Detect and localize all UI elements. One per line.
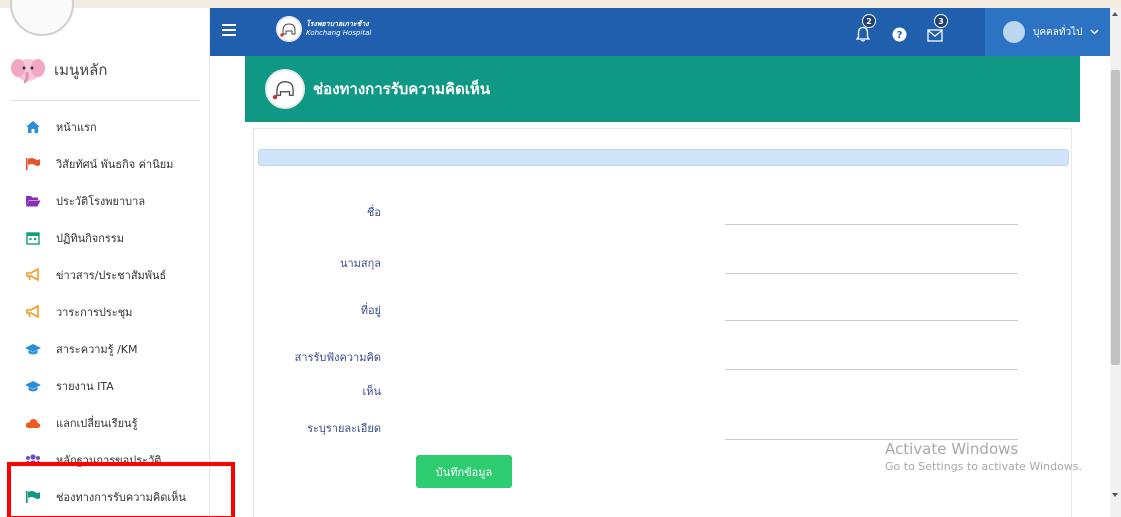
first-name-label: ชื่อ: [366, 206, 381, 219]
watermark-subtitle: Go to Settings to activate Windows.: [885, 460, 1083, 473]
top-navbar: โรงพยาบาลเกาะช้าง Kohchang Hospital 2 ? …: [210, 8, 1110, 56]
sidebar-item-label: วาระการประชุม: [56, 305, 133, 319]
user-label: บุคคลทั่วไป: [1033, 26, 1083, 38]
avatar: [1003, 21, 1025, 43]
envelope-icon[interactable]: 3: [924, 14, 948, 42]
sidebar: เมนูหลัก หน้าแรก วิสัยทัศน์ พันธกิจ ค่าน…: [0, 0, 210, 517]
megaphone-icon: [24, 267, 42, 282]
sidebar-item-label: หน้าแรก: [56, 120, 97, 134]
flag-icon: [24, 157, 42, 171]
sidebar-item-label: วิสัยทัศน์ พันธกิจ ค่านิยม: [56, 157, 174, 171]
home-icon: [24, 120, 42, 134]
user-menu[interactable]: บุคคลทั่วไป: [985, 8, 1110, 56]
sidebar-item-home[interactable]: หน้าแรก: [0, 108, 210, 145]
scroll-thumb[interactable]: [1111, 70, 1120, 365]
last-name-label: นามสกุล: [339, 257, 381, 270]
feedback-channel-input[interactable]: [725, 369, 1018, 370]
sidebar-item-history[interactable]: ประวัติโรงพยาบาล: [0, 182, 210, 219]
details-label: ระบุรายละเอียด: [307, 422, 381, 435]
cloud-icon: [24, 416, 42, 430]
sidebar-item-label: สาระความรู้ /KM: [56, 342, 138, 356]
activate-windows-watermark: Activate Windows Go to Settings to activ…: [885, 440, 1082, 473]
app-window: เมนูหลัก หน้าแรก วิสัยทัศน์ พันธกิจ ค่าน…: [0, 0, 1121, 517]
feedback-channel-label: สารรับฟังความคิด: [294, 351, 381, 364]
info-bar: [258, 149, 1069, 166]
brand-name-thai: โรงพยาบาลเกาะช้าง: [306, 20, 369, 28]
brand[interactable]: โรงพยาบาลเกาะช้าง Kohchang Hospital: [276, 16, 371, 42]
calendar-icon: [24, 231, 42, 245]
sidebar-item-label: รายงาน ITA: [56, 379, 114, 393]
scroll-down-arrow-icon[interactable]: [1112, 493, 1118, 497]
brand-name-english: Kohchang Hospital: [306, 29, 372, 37]
top-strip: [0, 0, 1121, 8]
nav-icons: 2 ? 3: [852, 14, 948, 42]
notification-badge: 2: [862, 14, 876, 28]
sidebar-logo: [10, 0, 74, 36]
sidebar-item-vision[interactable]: วิสัยทัศน์ พันธกิจ ค่านิยม: [0, 145, 210, 182]
watermark-title: Activate Windows: [885, 440, 1019, 458]
hospital-logo: [265, 69, 305, 109]
panel-header: ช่องทางการรับความคิดเห็น: [245, 56, 1080, 122]
address-label: ที่อยู่: [360, 304, 381, 317]
scrollbar[interactable]: [1110, 8, 1121, 517]
sidebar-item-calendar[interactable]: ปฏิทินกิจกรรม: [0, 219, 210, 256]
megaphone-icon: [24, 304, 42, 319]
sidebar-item-news[interactable]: ข่าวสาร/ประชาสัมพันธ์: [0, 256, 210, 293]
feedback-channel-label-cont: เห็น: [362, 385, 381, 398]
sidebar-menu-title: เมนูหลัก: [54, 61, 108, 79]
divider: [10, 100, 200, 101]
sidebar-item-label: ประวัติโรงพยาบาล: [56, 194, 146, 208]
last-name-input[interactable]: [725, 273, 1018, 274]
message-badge: 3: [934, 14, 948, 28]
hospital-logo: [276, 16, 302, 42]
hamburger-menu-icon[interactable]: [222, 24, 236, 36]
sidebar-item-label: แลกเปลี่ยนเรียนรู้: [56, 416, 138, 430]
address-input[interactable]: [725, 320, 1018, 321]
question-circle-icon[interactable]: ?: [888, 18, 910, 42]
elephant-icon: [11, 59, 45, 84]
sidebar-nav: หน้าแรก วิสัยทัศน์ พันธกิจ ค่านิยม ประวั…: [0, 108, 210, 515]
sidebar-item-label: ปฏิทินกิจกรรม: [56, 231, 124, 245]
save-button[interactable]: บันทึกข้อมูล: [416, 455, 512, 488]
page-title: ช่องทางการรับความคิดเห็น: [313, 80, 491, 98]
sidebar-menu-header: เมนูหลัก: [10, 46, 200, 94]
sidebar-item-meetings[interactable]: วาระการประชุม: [0, 293, 210, 330]
chevron-down-icon: [1090, 29, 1099, 35]
bell-icon[interactable]: 2: [852, 14, 876, 42]
sidebar-item-exchange[interactable]: แลกเปลี่ยนเรียนรู้: [0, 404, 210, 441]
scroll-up-arrow-icon[interactable]: [1112, 12, 1118, 16]
highlight-annotation: [7, 462, 235, 517]
graduation-cap-icon: [24, 342, 42, 356]
sidebar-item-km[interactable]: สาระความรู้ /KM: [0, 330, 210, 367]
sidebar-item-ita[interactable]: รายงาน ITA: [0, 367, 210, 404]
graduation-cap-icon: [24, 379, 42, 393]
sidebar-item-label: ข่าวสาร/ประชาสัมพันธ์: [56, 268, 167, 282]
first-name-input[interactable]: [725, 224, 1018, 225]
svg-text:?: ?: [896, 30, 902, 41]
folder-open-icon: [24, 194, 42, 208]
